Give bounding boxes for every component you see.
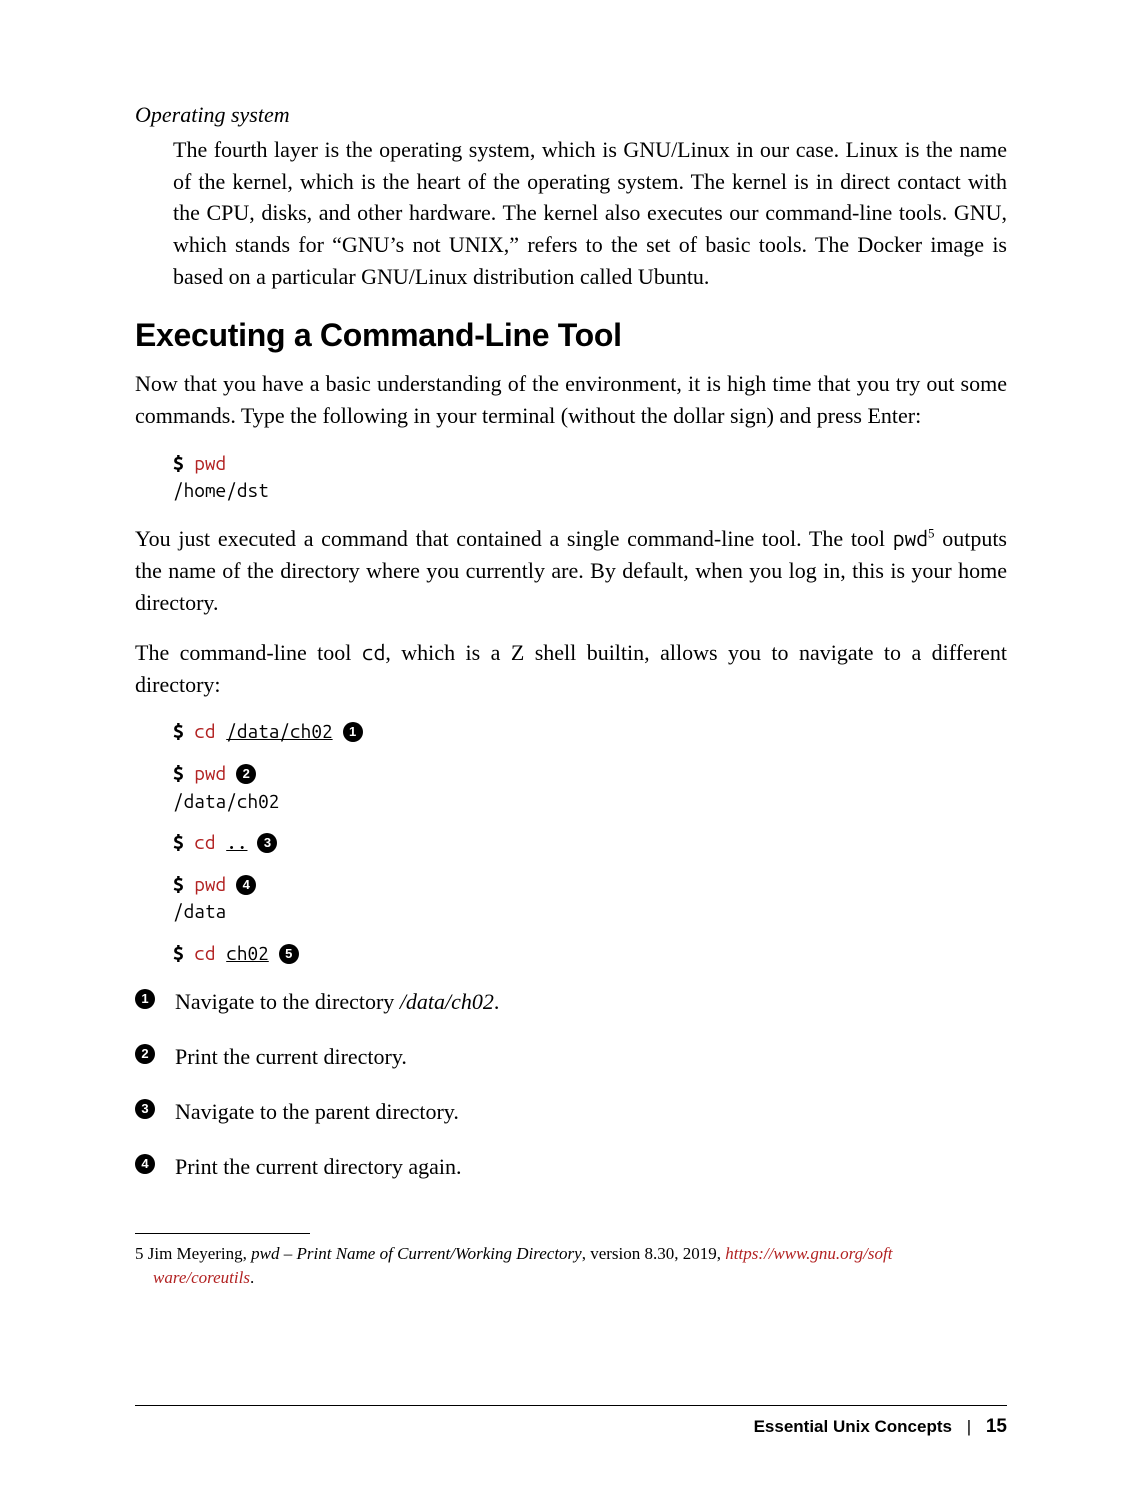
callout-badge: 1 <box>343 722 363 742</box>
shell-command: cd <box>194 720 226 742</box>
footnote-link[interactable]: https://www.gnu.org/soft <box>725 1244 892 1263</box>
paragraph: Now that you have a basic understanding … <box>135 368 1007 432</box>
shell-argument: ch02 <box>226 942 269 964</box>
shell-prompt: $ <box>173 942 194 964</box>
callout-number: 4 <box>135 1154 155 1174</box>
footnote: 5 Jim Meyering, pwd – Print Name of Curr… <box>135 1242 1007 1290</box>
code-block: $ pwd/home/dst <box>173 450 1007 505</box>
shell-command: pwd <box>194 762 226 784</box>
callout-number: 3 <box>135 1099 155 1119</box>
inline-code: pwd <box>893 526 928 550</box>
callout-number: 2 <box>135 1044 155 1064</box>
shell-command: cd <box>194 831 226 853</box>
page-number: 15 <box>986 1416 1007 1437</box>
callout-badge: 5 <box>279 944 299 964</box>
page: Operating system The fourth layer is the… <box>0 0 1142 1500</box>
text-run: . <box>494 989 500 1014</box>
inline-code: cd <box>362 640 386 664</box>
text-run: . <box>250 1268 254 1287</box>
paragraph: The command-line tool cd, which is a Z s… <box>135 637 1007 701</box>
dl-definition: The fourth layer is the operating system… <box>173 134 1007 293</box>
text-run: Navigate to the parent directory. <box>175 1099 459 1124</box>
callout-badge: 4 <box>236 875 256 895</box>
shell-output: /home/dst <box>173 477 1007 505</box>
text-run: You just executed a command that contain… <box>135 526 893 551</box>
dl-term: Operating system <box>135 100 1007 130</box>
callout-list: 1 Navigate to the directory /data/ch02. 2… <box>135 985 1007 1183</box>
text-run: Print the current directory again. <box>175 1154 462 1179</box>
section-heading: Executing a Command-Line Tool <box>135 317 1007 354</box>
text-run: Print the current directory. <box>175 1044 407 1069</box>
shell-prompt: $ <box>173 762 194 784</box>
footnote-link[interactable]: ware/coreutils <box>153 1268 250 1287</box>
footnote-rule <box>135 1233 310 1234</box>
text-run: , version 8.30, 2019, <box>582 1244 726 1263</box>
text-run: The command-line tool <box>135 640 362 665</box>
shell-prompt: $ <box>173 720 194 742</box>
footer-separator: | <box>967 1417 971 1436</box>
paragraph: You just executed a command that contain… <box>135 523 1007 619</box>
shell-argument: /data/ch02 <box>226 720 332 742</box>
callout-item: 2 Print the current directory. <box>135 1040 1007 1073</box>
shell-prompt: $ <box>173 873 194 895</box>
footnote-title: pwd – Print Name of Current/Working Dire… <box>251 1244 582 1263</box>
shell-output: /data/ch02 <box>173 788 1007 816</box>
shell-argument: .. <box>226 831 247 853</box>
callout-badge: 2 <box>236 764 256 784</box>
callout-item: 1 Navigate to the directory /data/ch02. <box>135 985 1007 1018</box>
code-block: $ cd /data/ch02 1 $ pwd 2/data/ch02 $ cd .. 3… <box>173 718 1007 967</box>
shell-command: cd <box>194 942 226 964</box>
page-footer: Essential Unix Concepts | 15 <box>135 1405 1007 1438</box>
shell-prompt: $ <box>173 831 194 853</box>
definition-list-item: Operating system The fourth layer is the… <box>135 100 1007 293</box>
shell-command: pwd <box>194 873 226 895</box>
text-run: Jim Meyering, <box>144 1244 252 1263</box>
callout-badge: 3 <box>257 833 277 853</box>
callout-item: 3 Navigate to the parent directory. <box>135 1095 1007 1128</box>
callout-item: 4 Print the current directory again. <box>135 1150 1007 1183</box>
shell-command: pwd <box>194 452 226 474</box>
footnote-number: 5 <box>135 1244 144 1263</box>
path-italic: /data/ch02 <box>400 989 494 1014</box>
text-run: Navigate to the directory <box>175 989 400 1014</box>
shell-prompt: $ <box>173 452 194 474</box>
callout-number: 1 <box>135 989 155 1009</box>
footer-section-title: Essential Unix Concepts <box>754 1417 952 1436</box>
shell-output: /data <box>173 898 1007 926</box>
